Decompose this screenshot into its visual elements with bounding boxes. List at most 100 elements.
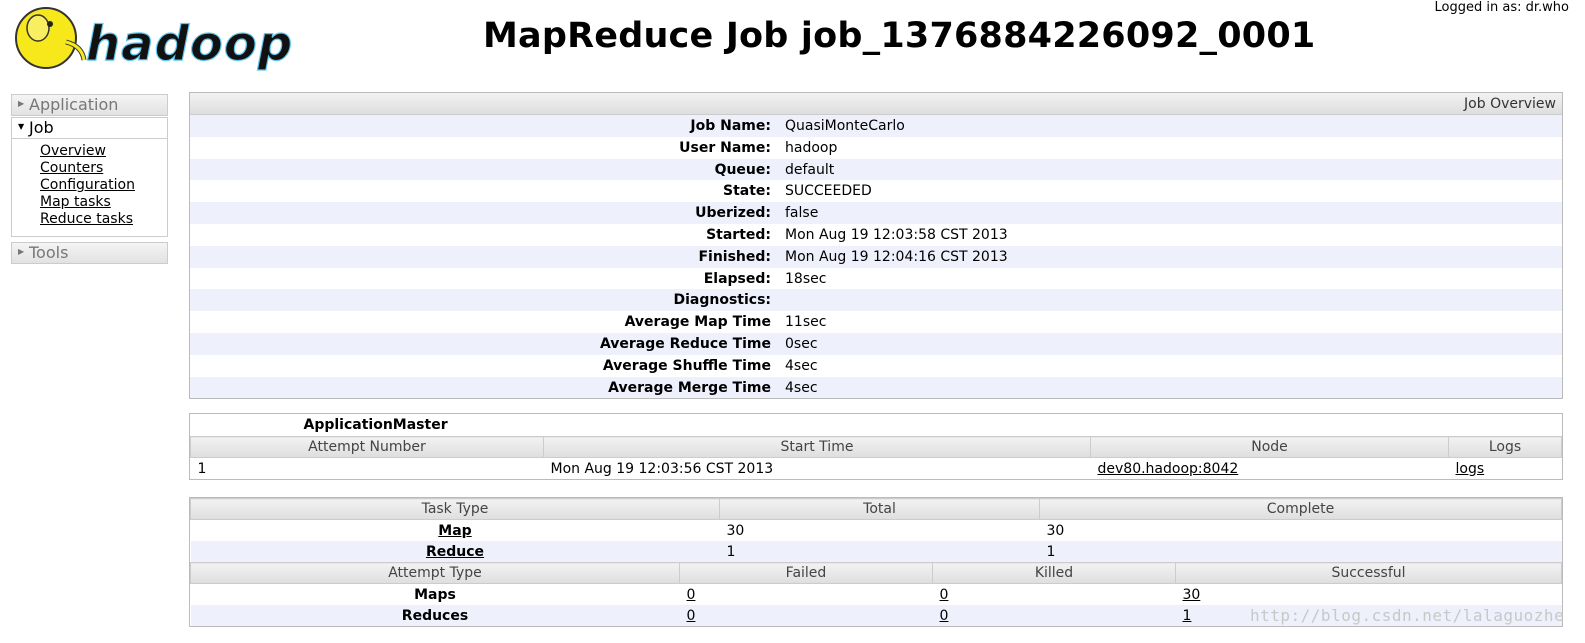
tasks-table: Task Type Total Complete Map 30 30 Reduc… (190, 498, 1562, 562)
table-row: Maps 0 0 30 (191, 584, 1562, 606)
overview-value: 11sec (785, 314, 827, 331)
overview-key: Queue: (714, 161, 771, 178)
column-header[interactable]: Total (719, 498, 1040, 520)
logs-link[interactable]: logs (1456, 461, 1485, 477)
overview-row: Average Merge Time 4sec (190, 376, 1562, 399)
node-link[interactable]: dev80.hadoop:8042 (1098, 461, 1239, 477)
application-master-panel: ApplicationMaster Attempt Number Start T… (189, 413, 1563, 480)
overview-row: Queue: default (190, 158, 1562, 181)
application-master-table: ApplicationMaster Attempt Number Start T… (190, 414, 1562, 479)
killed-link[interactable]: 0 (940, 608, 949, 624)
overview-key: Diagnostics: (673, 292, 771, 309)
chevron-right-icon: ▶ (18, 246, 25, 256)
overview-key: State: (722, 183, 771, 200)
overview-row: Started: Mon Aug 19 12:03:58 CST 2013 (190, 224, 1562, 246)
sidebar-item-tools[interactable]: ▶ Tools (12, 243, 167, 263)
sidebar-application[interactable]: ▶ Application (11, 94, 168, 116)
chevron-right-icon: ▶ (18, 98, 25, 108)
column-header[interactable]: Complete (1039, 498, 1562, 520)
overview-value: 18sec (785, 270, 827, 287)
column-header[interactable]: Successful (1175, 562, 1562, 584)
sidebar-item-label: Job (29, 118, 54, 137)
overview-row: User Name: hadoop (190, 137, 1562, 159)
overview-key: Started: (706, 226, 771, 243)
column-header[interactable]: Task Type (190, 498, 720, 520)
overview-row: Uberized: false (190, 202, 1562, 224)
total-cell: 1 (719, 541, 1040, 562)
overview-row: Average Map Time 11sec (190, 311, 1562, 333)
overview-value (785, 289, 1562, 311)
column-header[interactable]: Attempt Number (190, 436, 544, 458)
hadoop-logo: hadoop (12, 2, 308, 73)
sidebar-item-label: Application (29, 95, 119, 114)
logo-text: hadoop (86, 16, 293, 72)
column-header[interactable]: Killed (932, 562, 1176, 584)
overview-row: Diagnostics: (190, 289, 1562, 312)
overview-value: 0sec (785, 335, 818, 352)
total-cell: 30 (726, 522, 745, 539)
overview-value: 4sec (785, 357, 818, 374)
column-header[interactable]: Node (1090, 436, 1449, 458)
chevron-down-icon: ▼ (18, 121, 25, 131)
link-map-tasks[interactable]: Map tasks (40, 194, 167, 211)
sidebar-item-label: Tools (29, 243, 69, 262)
successful-link[interactable]: 1 (1183, 608, 1192, 624)
column-header[interactable]: Start Time (543, 436, 1091, 458)
job-overview-heading: Job Overview (190, 93, 1562, 115)
job-links: Overview Counters Configuration Map task… (12, 139, 167, 236)
attempt-number: 1 (197, 460, 207, 477)
link-reduce-tasks[interactable]: Reduce tasks (40, 211, 167, 228)
overview-row: Elapsed: 18sec (190, 268, 1562, 290)
attempt-type: Reduces (190, 605, 680, 626)
overview-key: Average Shuffle Time (602, 357, 771, 374)
link-counters[interactable]: Counters (40, 160, 167, 177)
overview-row: Finished: Mon Aug 19 12:04:16 CST 2013 (190, 245, 1562, 268)
sidebar-item-job[interactable]: ▼ Job (12, 118, 167, 139)
overview-value: default (785, 161, 835, 178)
overview-key: User Name: (679, 139, 771, 156)
failed-link[interactable]: 0 (687, 608, 696, 624)
start-time: Mon Aug 19 12:03:56 CST 2013 (550, 460, 774, 477)
complete-cell: 30 (1046, 522, 1065, 539)
failed-link[interactable]: 0 (687, 587, 696, 603)
job-overview-panel: Job Overview Job Name: QuasiMonteCarlo Us… (189, 92, 1563, 400)
overview-key: Elapsed: (703, 270, 771, 287)
column-header[interactable]: Logs (1448, 436, 1562, 458)
page-title: MapReduce Job job_1376884226092_0001 (483, 16, 1316, 56)
overview-row: Average Reduce Time 0sec (190, 332, 1562, 355)
overview-value: false (785, 205, 819, 222)
map-tasks-link[interactable]: Map (438, 523, 471, 539)
table-row: Reduce 1 1 (190, 541, 1562, 562)
logged-in-label: Logged in as: dr.who (1434, 0, 1569, 15)
overview-key: Job Name: (690, 118, 771, 134)
reduce-tasks-link[interactable]: Reduce (426, 544, 484, 560)
sidebar-job: ▼ Job Overview Counters Configuration Map… (11, 117, 168, 237)
overview-key: Average Merge Time (608, 379, 771, 396)
overview-key: Uberized: (695, 205, 771, 222)
complete-cell: 1 (1039, 541, 1562, 562)
column-header[interactable]: Failed (679, 562, 933, 584)
overview-value: SUCCEEDED (785, 183, 872, 200)
overview-value: hadoop (785, 139, 838, 156)
attempt-type: Maps (414, 586, 456, 603)
overview-value: QuasiMonteCarlo (785, 118, 905, 134)
table-row: Map 30 30 (191, 520, 1562, 542)
table-row: 1 Mon Aug 19 12:03:56 CST 2013 dev80.had… (191, 458, 1562, 480)
overview-key: Average Reduce Time (599, 335, 771, 352)
overview-row: State: SUCCEEDED (190, 180, 1562, 202)
application-master-title: ApplicationMaster (303, 417, 448, 433)
overview-rows: Job Name: QuasiMonteCarlo User Name: hadoo… (190, 115, 1562, 399)
successful-link[interactable]: 30 (1183, 587, 1201, 603)
link-configuration[interactable]: Configuration (40, 177, 167, 194)
overview-row: Job Name: QuasiMonteCarlo (190, 115, 1562, 137)
overview-value: Mon Aug 19 12:03:58 CST 2013 (785, 226, 1008, 243)
overview-key: Average Map Time (624, 314, 771, 331)
link-overview[interactable]: Overview (40, 143, 167, 160)
overview-row: Average Shuffle Time 4sec (190, 355, 1562, 377)
column-header[interactable]: Attempt Type (190, 562, 680, 584)
sidebar-item-application[interactable]: ▶ Application (12, 95, 167, 115)
overview-value: Mon Aug 19 12:04:16 CST 2013 (785, 248, 1008, 265)
killed-link[interactable]: 0 (940, 587, 949, 603)
sidebar-tools[interactable]: ▶ Tools (11, 242, 168, 264)
overview-key: Finished: (698, 248, 771, 265)
